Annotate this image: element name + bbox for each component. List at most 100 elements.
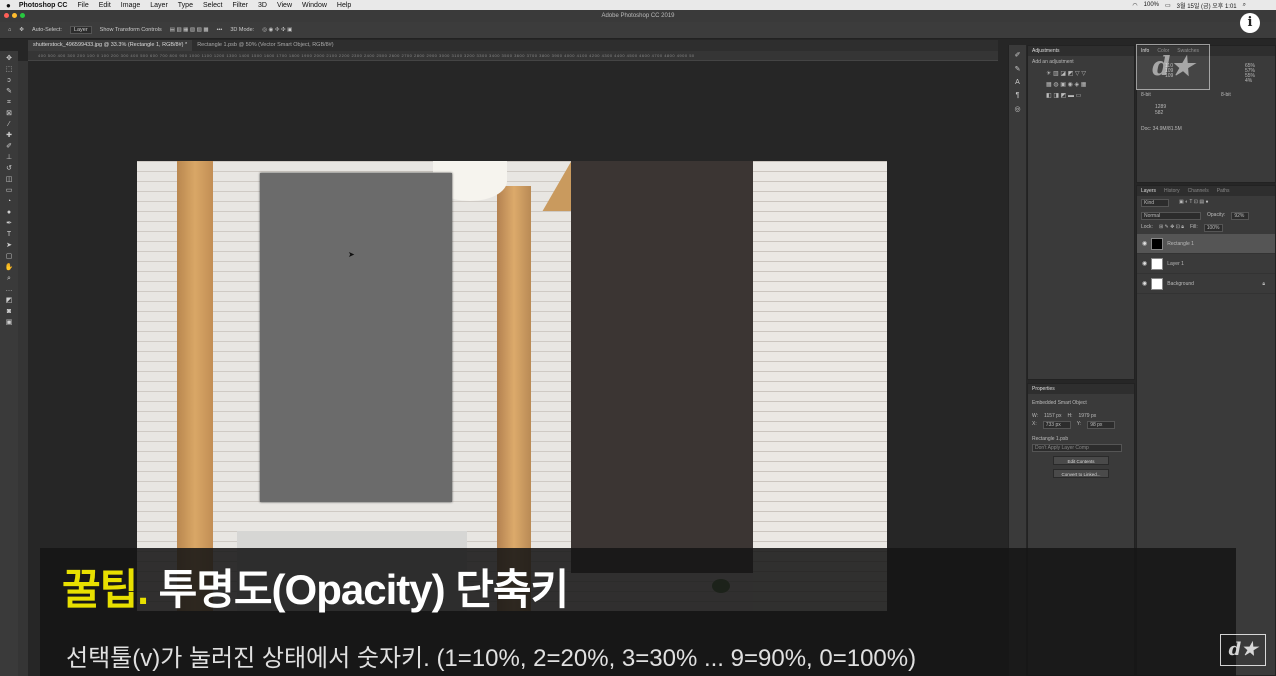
marquee-tool-icon[interactable]: ⬚: [4, 66, 14, 73]
healing-tool-icon[interactable]: ✚: [4, 132, 14, 139]
visibility-eye-icon[interactable]: ◉: [1142, 280, 1147, 287]
adjustment-icons-row[interactable]: ◧ ◨ ◩ ▬ ▭: [1028, 90, 1134, 101]
align-icons[interactable]: ▤ ▥ ▦ ▧ ▨ ▩: [170, 27, 209, 33]
wifi-icon[interactable]: ◠: [1132, 2, 1137, 9]
tab-channels[interactable]: Channels: [1188, 186, 1209, 196]
transform-controls-checkbox[interactable]: Show Transform Controls: [100, 27, 162, 33]
filter-icons[interactable]: ▣ ◐ T ⊡ ▤ ●: [1179, 199, 1209, 207]
y-field[interactable]: 98 px: [1087, 421, 1116, 429]
move-tool-icon[interactable]: ✥: [4, 55, 14, 62]
width-field[interactable]: 1157 px: [1044, 413, 1061, 419]
adjustment-icons-row[interactable]: ▦ ◍ ▣ ◉ ◈ ▦: [1028, 79, 1134, 90]
brush-tool-icon[interactable]: ✐: [4, 143, 14, 150]
layer-name[interactable]: Background: [1167, 281, 1194, 287]
eraser-tool-icon[interactable]: ◫: [4, 176, 14, 183]
video-caption: 꿀팁. 투명도(Opacity) 단축키 선택툴(v)가 눌러진 상태에서 숫자…: [40, 548, 1236, 676]
convert-to-linked-button[interactable]: Convert to Linked...: [1053, 469, 1109, 478]
libraries-icon[interactable]: ◎: [1009, 105, 1026, 113]
menu-view[interactable]: View: [277, 2, 292, 9]
zoom-icon[interactable]: [20, 13, 25, 18]
color-swatch-icon[interactable]: ◩: [4, 297, 14, 304]
menu-app-name[interactable]: Photoshop CC: [19, 2, 68, 9]
tab-layers[interactable]: Layers: [1141, 186, 1156, 196]
layer-comp-dropdown[interactable]: Don't Apply Layer Comp: [1032, 444, 1122, 452]
info-button[interactable]: i: [1240, 13, 1260, 33]
opacity-field[interactable]: 92%: [1231, 212, 1250, 220]
screen-mode-icon[interactable]: ▣: [4, 319, 14, 326]
blur-tool-icon[interactable]: ◔: [4, 198, 14, 205]
edit-contents-button[interactable]: Edit Contents: [1053, 456, 1109, 465]
quick-select-tool-icon[interactable]: ✎: [4, 88, 14, 95]
quick-mask-icon[interactable]: ◙: [4, 308, 14, 315]
layer-name[interactable]: Layer 1: [1167, 261, 1184, 267]
zoom-tool-icon[interactable]: ⌕: [4, 275, 14, 282]
auto-select-label[interactable]: Auto-Select:: [32, 27, 62, 33]
crop-tool-icon[interactable]: ⌗: [4, 99, 14, 106]
layer-row[interactable]: ◉ Layer 1: [1137, 254, 1275, 274]
menu-layer[interactable]: Layer: [150, 2, 168, 9]
x-field[interactable]: 733 px: [1042, 421, 1071, 429]
menu-edit[interactable]: Edit: [99, 2, 111, 9]
visibility-eye-icon[interactable]: ◉: [1142, 240, 1147, 247]
menu-window[interactable]: Window: [302, 2, 327, 9]
history-brush-icon[interactable]: ↺: [4, 165, 14, 172]
layer-row[interactable]: ◉ Rectangle 1: [1137, 234, 1275, 254]
adjustments-title[interactable]: Adjustments: [1032, 46, 1060, 56]
move-tool-icon[interactable]: ✥: [19, 27, 24, 33]
menu-filter[interactable]: Filter: [232, 2, 248, 9]
properties-title[interactable]: Properties: [1032, 384, 1055, 394]
brush-settings-icon[interactable]: ✐: [1009, 51, 1026, 59]
type-tool-icon[interactable]: T: [4, 231, 14, 238]
menu-3d[interactable]: 3D: [258, 2, 267, 9]
menu-help[interactable]: Help: [337, 2, 351, 9]
path-select-tool-icon[interactable]: ➤: [4, 242, 14, 249]
menu-file[interactable]: File: [77, 2, 88, 9]
clock[interactable]: 3월 15일 (금) 오후 1:01: [1177, 1, 1237, 10]
menu-image[interactable]: Image: [121, 2, 140, 9]
auto-select-dropdown[interactable]: Layer: [69, 26, 92, 34]
rectangle-1-layer[interactable]: [260, 173, 452, 502]
layer-name[interactable]: Rectangle 1: [1167, 241, 1194, 247]
stamp-tool-icon[interactable]: ⊥: [4, 154, 14, 161]
blend-mode-dropdown[interactable]: Normal: [1141, 212, 1201, 220]
layer-filter-dropdown[interactable]: Kind: [1141, 199, 1169, 207]
info-cmyk: 65% 57% 55% 4%: [1245, 64, 1255, 84]
shape-tool-icon[interactable]: ▢: [4, 253, 14, 260]
3d-tools-icons[interactable]: ◎ ◉ ✢ ✣ ▣: [262, 27, 292, 33]
character-icon[interactable]: A: [1009, 79, 1026, 86]
dodge-tool-icon[interactable]: ●: [4, 209, 14, 216]
close-icon[interactable]: [4, 13, 9, 18]
window-controls: [4, 13, 25, 18]
gradient-tool-icon[interactable]: ▭: [4, 187, 14, 194]
channel-logo: d★: [1220, 634, 1266, 666]
more-tools-icon[interactable]: …: [4, 286, 14, 293]
search-icon[interactable]: ⌕: [1243, 2, 1246, 9]
lasso-tool-icon[interactable]: ↄ: [4, 77, 14, 84]
home-icon[interactable]: ⌂: [8, 27, 11, 33]
more-icon[interactable]: •••: [217, 27, 223, 33]
fill-field[interactable]: 100%: [1203, 224, 1223, 232]
apple-icon[interactable]: ●: [6, 1, 11, 10]
menu-type[interactable]: Type: [178, 2, 193, 9]
visibility-eye-icon[interactable]: ◉: [1142, 260, 1147, 267]
battery-status[interactable]: 100%: [1144, 2, 1159, 8]
info-bit-right: 8-bit: [1221, 92, 1231, 98]
adjustment-icons-row[interactable]: ☀ ▥ ◪ ◩ ▽ ▽: [1028, 68, 1134, 79]
brushes-icon[interactable]: ✎: [1009, 65, 1026, 73]
height-field[interactable]: 1979 px: [1078, 413, 1096, 419]
document-image[interactable]: [137, 161, 887, 611]
menu-select[interactable]: Select: [203, 2, 222, 9]
frame-tool-icon[interactable]: ⊠: [4, 110, 14, 117]
caption-tip-label: 꿀팁.: [62, 566, 149, 613]
lock-icons[interactable]: ⊞ ✎ ✥ ⊡ 🔒︎: [1159, 224, 1184, 232]
pen-tool-icon[interactable]: ✒: [4, 220, 14, 227]
tab-document-2[interactable]: Rectangle 1.psb @ 50% (Vector Smart Obje…: [192, 40, 338, 51]
eyedropper-tool-icon[interactable]: ⁄: [4, 121, 14, 128]
layer-row[interactable]: ◉ Background 🔒︎: [1137, 274, 1275, 294]
tab-paths[interactable]: Paths: [1217, 186, 1230, 196]
tab-document-1[interactable]: shutterstock_496599433.jpg @ 33.3% (Rect…: [28, 40, 193, 51]
paragraph-icon[interactable]: ¶: [1009, 92, 1026, 99]
hand-tool-icon[interactable]: ✋: [4, 264, 14, 271]
minimize-icon[interactable]: [12, 13, 17, 18]
tab-history[interactable]: History: [1164, 186, 1180, 196]
